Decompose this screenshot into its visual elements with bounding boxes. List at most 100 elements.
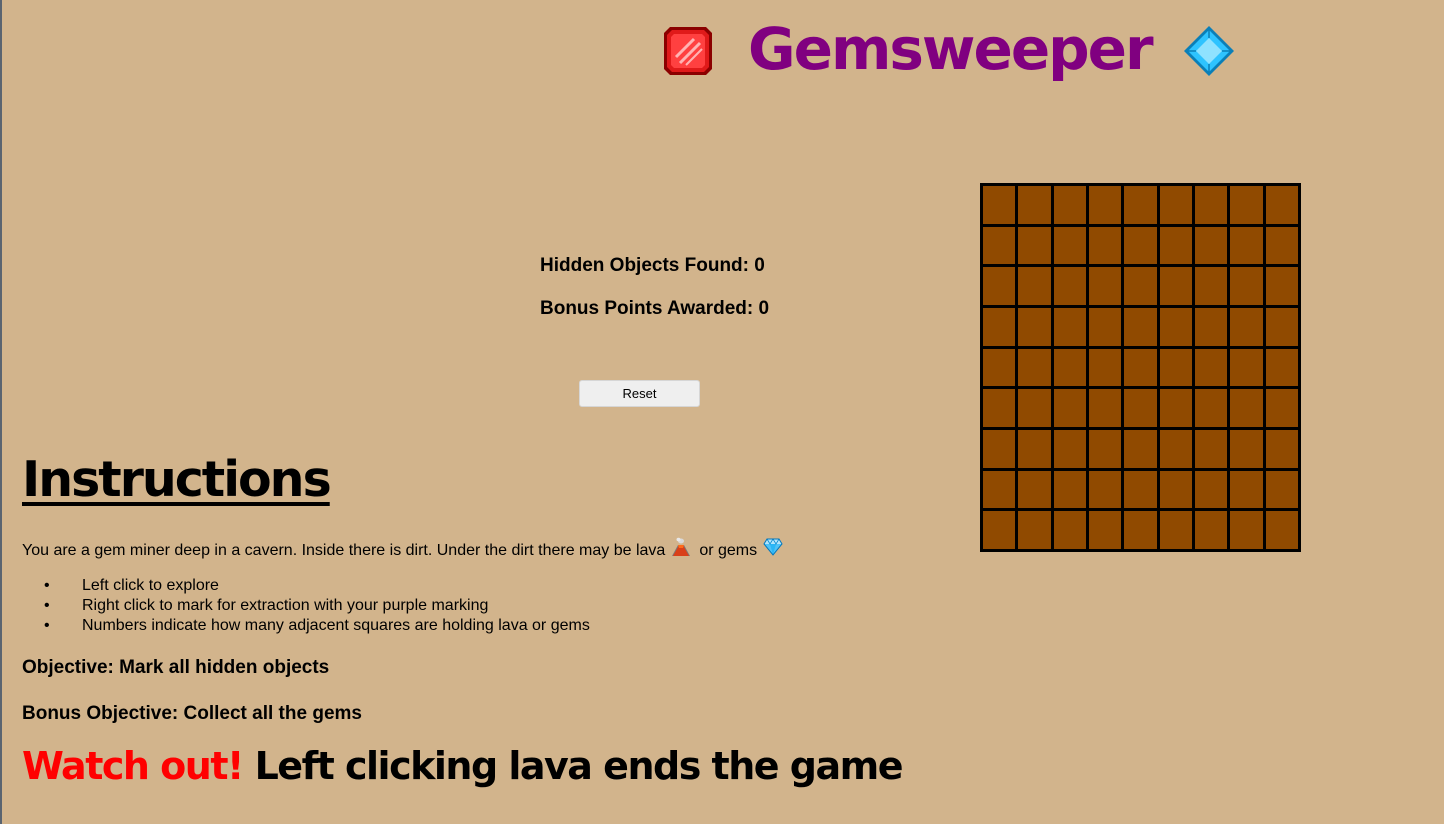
board-cell[interactable] bbox=[1159, 511, 1192, 549]
board-cell[interactable] bbox=[1159, 389, 1192, 427]
board-cell[interactable] bbox=[1018, 186, 1051, 224]
board-cell[interactable] bbox=[1230, 226, 1263, 265]
board-cell[interactable] bbox=[1194, 389, 1228, 427]
board-cell[interactable] bbox=[1018, 470, 1051, 509]
instructions-intro: You are a gem miner deep in a cavern. In… bbox=[22, 537, 791, 563]
board-cell[interactable] bbox=[1159, 470, 1192, 509]
board-cell[interactable] bbox=[1265, 470, 1298, 509]
board-cell[interactable] bbox=[1265, 389, 1298, 427]
board-cell[interactable] bbox=[1018, 348, 1051, 387]
board-cell[interactable] bbox=[1124, 470, 1157, 509]
bonus-points-awarded: Bonus Points Awarded: 0 bbox=[540, 298, 770, 319]
board-cell[interactable] bbox=[1053, 226, 1086, 265]
gem-icon bbox=[763, 538, 783, 561]
list-item: • Left click to explore bbox=[44, 576, 590, 596]
board-cell[interactable] bbox=[1194, 348, 1228, 387]
board-cell[interactable] bbox=[1230, 470, 1263, 509]
board-cell[interactable] bbox=[1088, 186, 1122, 224]
board-cell[interactable] bbox=[1159, 226, 1192, 265]
red-gem-icon bbox=[662, 25, 714, 82]
board-cell[interactable] bbox=[1018, 430, 1051, 468]
board-cell[interactable] bbox=[1230, 186, 1263, 224]
board-cell[interactable] bbox=[1053, 389, 1086, 427]
board-cell[interactable] bbox=[983, 186, 1016, 224]
board-cell[interactable] bbox=[1230, 430, 1263, 468]
board-cell[interactable] bbox=[1159, 308, 1192, 346]
board-cell[interactable] bbox=[1124, 267, 1157, 305]
board-cell[interactable] bbox=[1088, 348, 1122, 387]
board-cell[interactable] bbox=[1088, 267, 1122, 305]
board-cell[interactable] bbox=[1194, 430, 1228, 468]
rule-text: Left click to explore bbox=[82, 577, 219, 594]
window-edge bbox=[0, 0, 2, 824]
board-cell[interactable] bbox=[1124, 511, 1157, 549]
board-cell[interactable] bbox=[1159, 267, 1192, 305]
warning-alert: Watch out! bbox=[22, 744, 244, 788]
warning-text: Left clicking lava ends the game bbox=[254, 744, 904, 788]
board-cell[interactable] bbox=[1018, 511, 1051, 549]
board-cell[interactable] bbox=[1194, 470, 1228, 509]
board-cell[interactable] bbox=[1194, 511, 1228, 549]
board-cell[interactable] bbox=[1018, 226, 1051, 265]
board-cell[interactable] bbox=[1088, 389, 1122, 427]
board-cell[interactable] bbox=[1159, 186, 1192, 224]
bullet-icon: • bbox=[44, 617, 50, 634]
board-cell[interactable] bbox=[1230, 389, 1263, 427]
board-cell[interactable] bbox=[1265, 226, 1298, 265]
bullet-icon: • bbox=[44, 577, 50, 594]
board-cell[interactable] bbox=[1265, 430, 1298, 468]
intro-text-gems: or gems bbox=[699, 541, 758, 559]
board-cell[interactable] bbox=[983, 389, 1016, 427]
board-cell[interactable] bbox=[1124, 308, 1157, 346]
board-cell[interactable] bbox=[1053, 470, 1086, 509]
board-cell[interactable] bbox=[1053, 267, 1086, 305]
board-cell[interactable] bbox=[1088, 308, 1122, 346]
board-cell[interactable] bbox=[1159, 348, 1192, 387]
board-cell[interactable] bbox=[1088, 226, 1122, 265]
board-cell[interactable] bbox=[1124, 186, 1157, 224]
board-cell[interactable] bbox=[983, 348, 1016, 387]
board-cell[interactable] bbox=[1053, 186, 1086, 224]
board-cell[interactable] bbox=[1265, 308, 1298, 346]
rule-text: Numbers indicate how many adjacent squar… bbox=[82, 617, 590, 634]
board-cell[interactable] bbox=[1124, 348, 1157, 387]
board-cell[interactable] bbox=[1124, 430, 1157, 468]
board-cell[interactable] bbox=[1053, 430, 1086, 468]
board-cell[interactable] bbox=[1124, 389, 1157, 427]
board-cell[interactable] bbox=[983, 430, 1016, 468]
board-cell[interactable] bbox=[1018, 389, 1051, 427]
board-cell[interactable] bbox=[1265, 511, 1298, 549]
reset-button[interactable]: Reset bbox=[579, 380, 700, 407]
board-cell[interactable] bbox=[1230, 308, 1263, 346]
header: Gemsweeper bbox=[662, 18, 1236, 88]
instructions-heading: Instructions bbox=[22, 451, 332, 508]
board-cell[interactable] bbox=[1088, 511, 1122, 549]
board-cell[interactable] bbox=[1265, 348, 1298, 387]
game-title: Gemsweeper bbox=[748, 15, 1154, 83]
board-cell[interactable] bbox=[983, 226, 1016, 265]
board-cell[interactable] bbox=[1088, 430, 1122, 468]
board-cell[interactable] bbox=[1018, 267, 1051, 305]
board-cell[interactable] bbox=[1265, 186, 1298, 224]
board-cell[interactable] bbox=[983, 267, 1016, 305]
board-cell[interactable] bbox=[983, 308, 1016, 346]
board-cell[interactable] bbox=[1053, 308, 1086, 346]
board-cell[interactable] bbox=[1194, 226, 1228, 265]
board-cell[interactable] bbox=[1230, 511, 1263, 549]
board-cell[interactable] bbox=[983, 470, 1016, 509]
board-cell[interactable] bbox=[1230, 348, 1263, 387]
board-cell[interactable] bbox=[1053, 511, 1086, 549]
board-cell[interactable] bbox=[1265, 267, 1298, 305]
board-cell[interactable] bbox=[1194, 186, 1228, 224]
objective: Objective: Mark all hidden objects bbox=[22, 657, 330, 678]
bonus-objective: Bonus Objective: Collect all the gems bbox=[22, 703, 362, 724]
board-cell[interactable] bbox=[1230, 267, 1263, 305]
board-cell[interactable] bbox=[1194, 308, 1228, 346]
board-cell[interactable] bbox=[1159, 430, 1192, 468]
board-cell[interactable] bbox=[1194, 267, 1228, 305]
board-cell[interactable] bbox=[1018, 308, 1051, 346]
board-cell[interactable] bbox=[983, 511, 1016, 549]
board-cell[interactable] bbox=[1088, 470, 1122, 509]
board-cell[interactable] bbox=[1053, 348, 1086, 387]
board-cell[interactable] bbox=[1124, 226, 1157, 265]
